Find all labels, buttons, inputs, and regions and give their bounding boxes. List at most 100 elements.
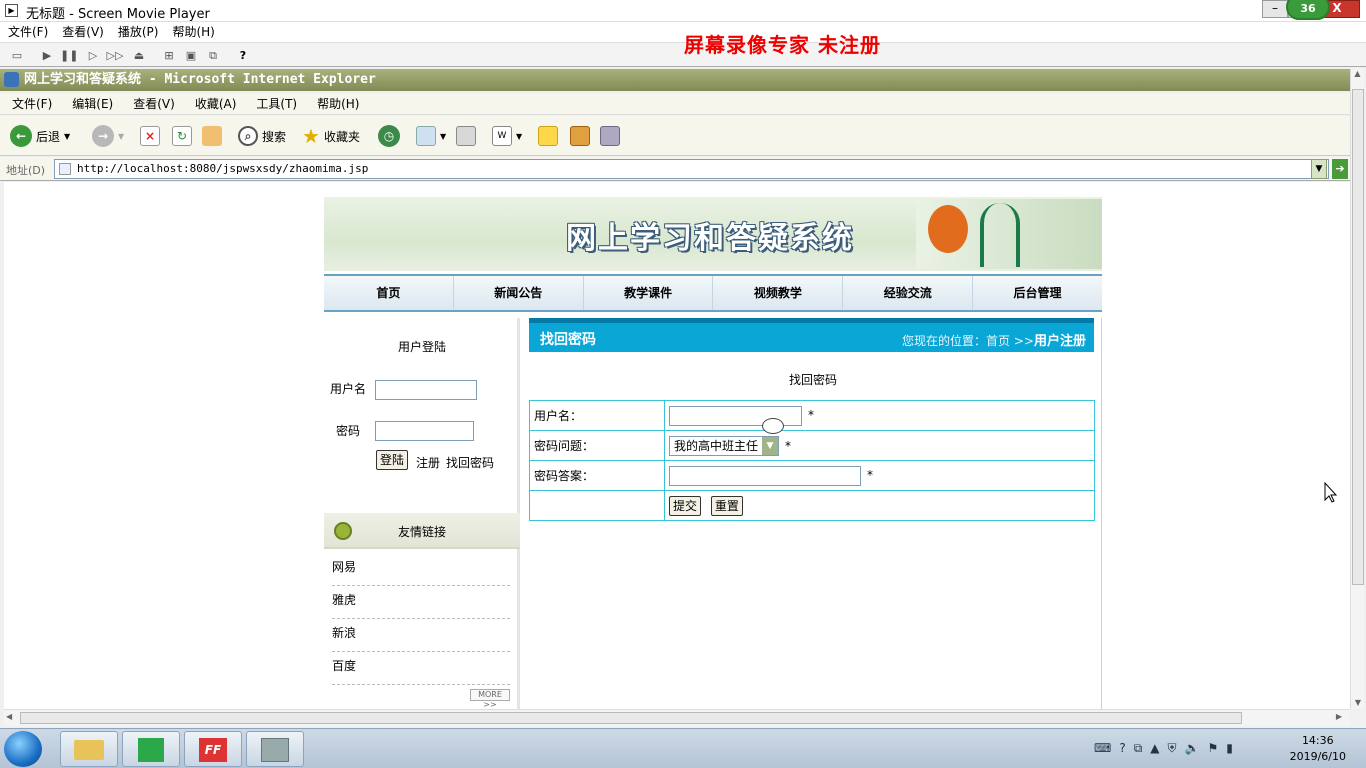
form-row-username: 用户名： * xyxy=(529,400,1095,431)
zoom-icon[interactable]: ⊞ xyxy=(160,47,178,64)
friend-link-baidu[interactable]: 百度 xyxy=(332,652,510,685)
mail-icon xyxy=(416,126,436,146)
address-label: 地址(D) xyxy=(6,164,46,177)
start-button[interactable] xyxy=(4,731,42,767)
apple-icon xyxy=(928,205,968,253)
player-menu-help[interactable]: 帮助(H) xyxy=(172,22,214,42)
minimize-button[interactable]: – xyxy=(1262,0,1288,18)
reset-button[interactable]: 重置 xyxy=(710,495,743,516)
mail-button[interactable]: ▼ xyxy=(416,125,446,147)
login-button[interactable]: 登陆 xyxy=(376,450,409,470)
friend-link-yahoo[interactable]: 雅虎 xyxy=(332,586,510,619)
scroll-up-icon[interactable]: ▲ xyxy=(1351,69,1364,78)
recorder-icon xyxy=(261,738,289,762)
ie-menu-view[interactable]: 查看(V) xyxy=(133,93,175,114)
horizontal-scrollbar[interactable]: ◀ ▶ xyxy=(4,709,1350,726)
taskbar-player[interactable] xyxy=(122,731,180,767)
scroll-right-icon[interactable]: ▶ xyxy=(1336,712,1342,721)
ie-menu-file[interactable]: 文件(F) xyxy=(12,93,52,114)
back-button[interactable]: ← 后退 ▼ xyxy=(10,125,70,147)
security-icon[interactable]: ⛨ xyxy=(1168,741,1177,756)
nav-experience[interactable]: 经验交流 xyxy=(843,276,974,310)
home-icon xyxy=(202,126,222,146)
stop-x-icon: × xyxy=(140,126,160,146)
nav-admin[interactable]: 后台管理 xyxy=(973,276,1102,310)
left-sidebar: 用户登陆 用户名 密码 登陆 注册 找回密码 友情链接 网易 雅虎 新浪 百度 … xyxy=(324,318,520,709)
taskbar-explorer[interactable] xyxy=(60,731,118,767)
notes-button[interactable] xyxy=(538,125,558,147)
answer-input[interactable] xyxy=(669,465,861,486)
play-icon[interactable]: ▶ xyxy=(38,47,56,64)
taskbar-recorder[interactable] xyxy=(246,731,304,767)
clock[interactable]: 14:36 2019/6/10 xyxy=(1290,733,1346,765)
home-button[interactable] xyxy=(202,125,222,147)
print-button[interactable] xyxy=(456,125,476,147)
player-menu-view[interactable]: 查看(V) xyxy=(62,22,104,42)
ie-icon xyxy=(4,72,19,87)
vertical-scroll-thumb[interactable] xyxy=(1352,89,1364,585)
volume-icon[interactable]: 🔈 xyxy=(1185,741,1200,756)
submit-button[interactable]: 提交 xyxy=(669,495,702,516)
taskbar-ff[interactable]: FF xyxy=(184,731,242,767)
stop-button[interactable]: × xyxy=(140,125,160,147)
search-button[interactable]: ⌕ 搜索 xyxy=(238,125,286,147)
login-password-input[interactable] xyxy=(375,421,474,441)
address-input[interactable]: http://localhost:8080/jspwsxsdy/zhaomima… xyxy=(54,159,1329,179)
notification-badge: 36 xyxy=(1286,0,1330,20)
fast-forward-icon[interactable]: ▷▷ xyxy=(106,47,124,64)
register-link[interactable]: 注册 xyxy=(416,454,440,471)
step-forward-icon[interactable]: ▷ xyxy=(84,47,102,64)
more-button[interactable]: MORE >> xyxy=(470,689,510,709)
ie-menu-edit[interactable]: 编辑(E) xyxy=(72,93,113,114)
panel-title: 找回密码 xyxy=(540,332,596,348)
friend-link-sina[interactable]: 新浪 xyxy=(332,619,510,652)
go-arrow-icon[interactable]: ➔ xyxy=(1332,159,1348,179)
forward-button[interactable]: → ▼ xyxy=(92,125,124,147)
nav-news[interactable]: 新闻公告 xyxy=(454,276,584,310)
signal-icon[interactable]: ▮ xyxy=(1226,741,1233,756)
network-small-icon[interactable]: ⧉ xyxy=(1134,741,1143,756)
keyboard-icon[interactable]: ⌨ xyxy=(1094,741,1111,756)
ie-menu-help[interactable]: 帮助(H) xyxy=(317,93,359,114)
friend-link-163[interactable]: 网易 xyxy=(332,553,510,586)
vertical-scrollbar[interactable]: ▲ ▼ xyxy=(1350,69,1364,709)
nav-courseware[interactable]: 教学课件 xyxy=(584,276,714,310)
ie-toolbar: ← 后退 ▼ → ▼ × ↻ ⌕ 搜索 ★ 收藏夹 ◷ ▼ W ▼ xyxy=(0,116,1350,156)
scroll-down-icon[interactable]: ▼ xyxy=(1351,698,1365,707)
fit-window-icon[interactable]: ▣ xyxy=(182,47,200,64)
help-icon[interactable]: ? xyxy=(234,47,252,64)
player-menu-file[interactable]: 文件(F) xyxy=(8,22,48,42)
help-tray-icon[interactable]: ? xyxy=(1119,741,1125,756)
nav-home[interactable]: 首页 xyxy=(324,276,454,310)
flag-icon[interactable]: ⚑ xyxy=(1207,741,1218,756)
messenger-button[interactable] xyxy=(600,125,620,147)
mail-dropdown-icon[interactable]: ▼ xyxy=(440,132,446,141)
question-select[interactable]: 我的高中班主任 ▼ xyxy=(669,435,780,456)
refresh-button[interactable]: ↻ xyxy=(172,125,192,147)
question-label: 密码问题： xyxy=(529,430,665,461)
scroll-left-icon[interactable]: ◀ xyxy=(6,712,12,721)
notes-icon xyxy=(538,126,558,146)
research-button[interactable] xyxy=(570,125,590,147)
back-dropdown-icon[interactable]: ▼ xyxy=(64,132,70,141)
pause-icon[interactable]: ❚❚ xyxy=(60,47,78,64)
required-mark: * xyxy=(867,468,873,482)
stop-icon[interactable]: ⏏ xyxy=(130,47,148,64)
player-menu-play[interactable]: 播放(P) xyxy=(118,22,159,42)
show-hidden-icon[interactable]: ▲ xyxy=(1150,741,1159,756)
favorites-button[interactable]: ★ 收藏夹 xyxy=(302,124,360,148)
login-password-label: 密码 xyxy=(336,424,361,438)
address-dropdown-icon[interactable]: ▼ xyxy=(1311,159,1327,179)
horizontal-scroll-thumb[interactable] xyxy=(20,712,1242,724)
ie-menu-tools[interactable]: 工具(T) xyxy=(256,93,297,114)
login-username-input[interactable] xyxy=(375,380,477,400)
edit-dropdown-icon[interactable]: ▼ xyxy=(516,132,522,141)
open-icon[interactable]: ▭ xyxy=(8,47,26,64)
nav-video[interactable]: 视频教学 xyxy=(713,276,844,310)
recover-password-link[interactable]: 找回密码 xyxy=(446,454,494,471)
fullscreen-icon[interactable]: ⧉ xyxy=(204,47,222,64)
history-button[interactable]: ◷ xyxy=(378,125,400,147)
edit-button[interactable]: W ▼ xyxy=(492,125,522,147)
required-mark: * xyxy=(785,439,792,453)
ie-menu-favorites[interactable]: 收藏(A) xyxy=(195,93,237,114)
